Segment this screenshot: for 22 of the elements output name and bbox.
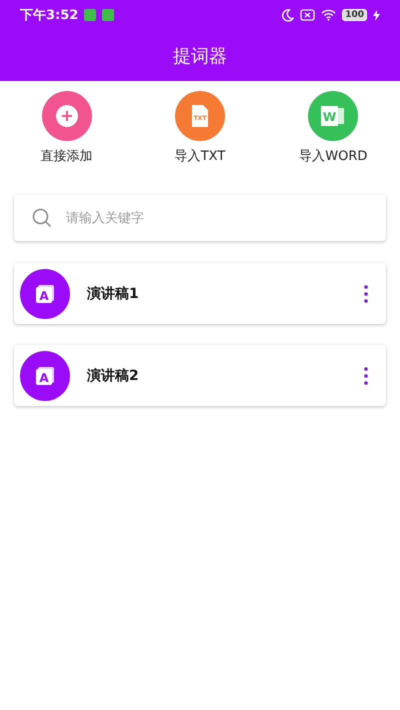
status-time: 下午3:52: [20, 7, 78, 24]
document-title: 演讲稿1: [87, 284, 140, 302]
document-avatar-icon: A: [20, 268, 70, 318]
document-avatar-icon: A: [20, 350, 70, 400]
more-menu-icon[interactable]: [364, 366, 368, 384]
more-menu-icon[interactable]: [364, 284, 368, 302]
search-icon: [32, 208, 52, 228]
action-button[interactable]: 直接添加: [2, 91, 132, 165]
document-title: 演讲稿2: [87, 366, 140, 384]
moon-icon: [281, 8, 294, 22]
document-card[interactable]: A 演讲稿1: [14, 263, 386, 324]
battery-icon: 100: [342, 9, 367, 21]
search-field[interactable]: 请输入关键字: [14, 195, 386, 241]
app-notification-icon: [102, 9, 114, 21]
no-sim-icon: [300, 9, 316, 21]
charging-icon: [373, 10, 380, 20]
app-notification-icon: [84, 9, 96, 21]
wifi-icon: [321, 9, 336, 21]
word-action-icon: W: [308, 91, 358, 141]
app-title: 提词器: [172, 44, 228, 68]
action-button[interactable]: W 导入WORD: [268, 91, 398, 165]
document-card[interactable]: A 演讲稿2: [14, 345, 386, 406]
